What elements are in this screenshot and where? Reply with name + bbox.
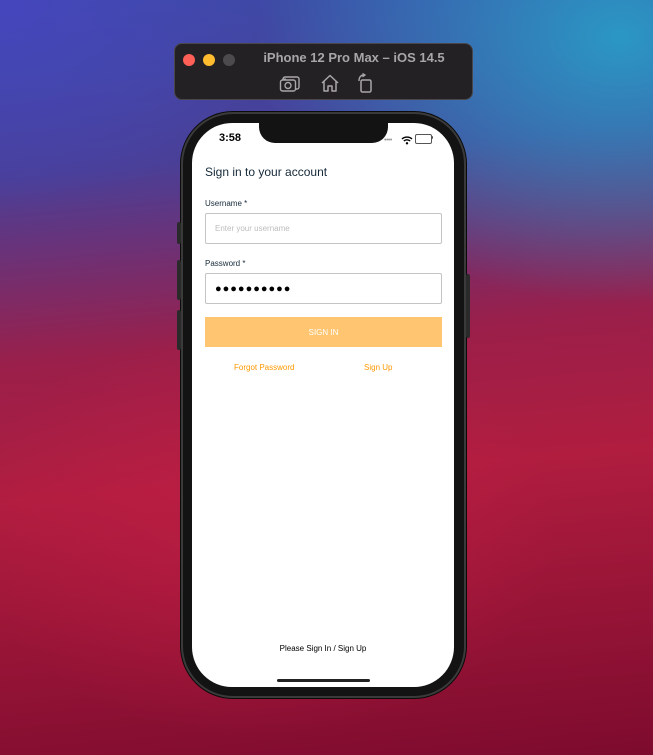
volume-up-button [177, 260, 181, 300]
sign-in-button[interactable]: SIGN IN [205, 317, 442, 347]
close-window-button[interactable] [183, 54, 195, 66]
notch [259, 123, 388, 143]
username-input[interactable]: Enter your username [205, 213, 442, 244]
power-button [466, 274, 470, 338]
minimize-window-button[interactable] [203, 54, 215, 66]
volume-down-button [177, 310, 181, 350]
footer-status-text: Please Sign In / Sign Up [279, 644, 367, 653]
device-screen: 3:58 •••• Sign in to your account Userna… [192, 123, 454, 687]
zoom-window-button[interactable] [223, 54, 235, 66]
rotate-icon[interactable] [355, 72, 377, 93]
home-icon[interactable] [319, 73, 341, 93]
forgot-password-link[interactable]: Forgot Password [234, 363, 294, 372]
signin-title: Sign in to your account [205, 165, 328, 179]
battery-tip-icon [431, 136, 433, 139]
iphone-device-frame: 3:58 •••• Sign in to your account Userna… [177, 112, 470, 698]
simulator-title: iPhone 12 Pro Max – iOS 14.5 [263, 50, 445, 65]
silent-switch [177, 222, 181, 244]
screenshot-icon[interactable] [279, 73, 301, 93]
sign-up-link[interactable]: Sign Up [364, 363, 392, 372]
wifi-icon [401, 132, 413, 150]
password-input[interactable]: ●●●●●●●●●● [205, 273, 442, 304]
battery-icon [415, 134, 432, 144]
password-label: Password * [205, 259, 246, 268]
simulator-title-bar: iPhone 12 Pro Max – iOS 14.5 [174, 43, 473, 100]
status-bar-time: 3:58 [219, 132, 242, 144]
cellular-signal-icon: •••• [384, 137, 392, 144]
home-indicator[interactable] [277, 679, 370, 682]
username-label: Username * [205, 199, 248, 208]
status-bar-icons: •••• [384, 132, 434, 145]
